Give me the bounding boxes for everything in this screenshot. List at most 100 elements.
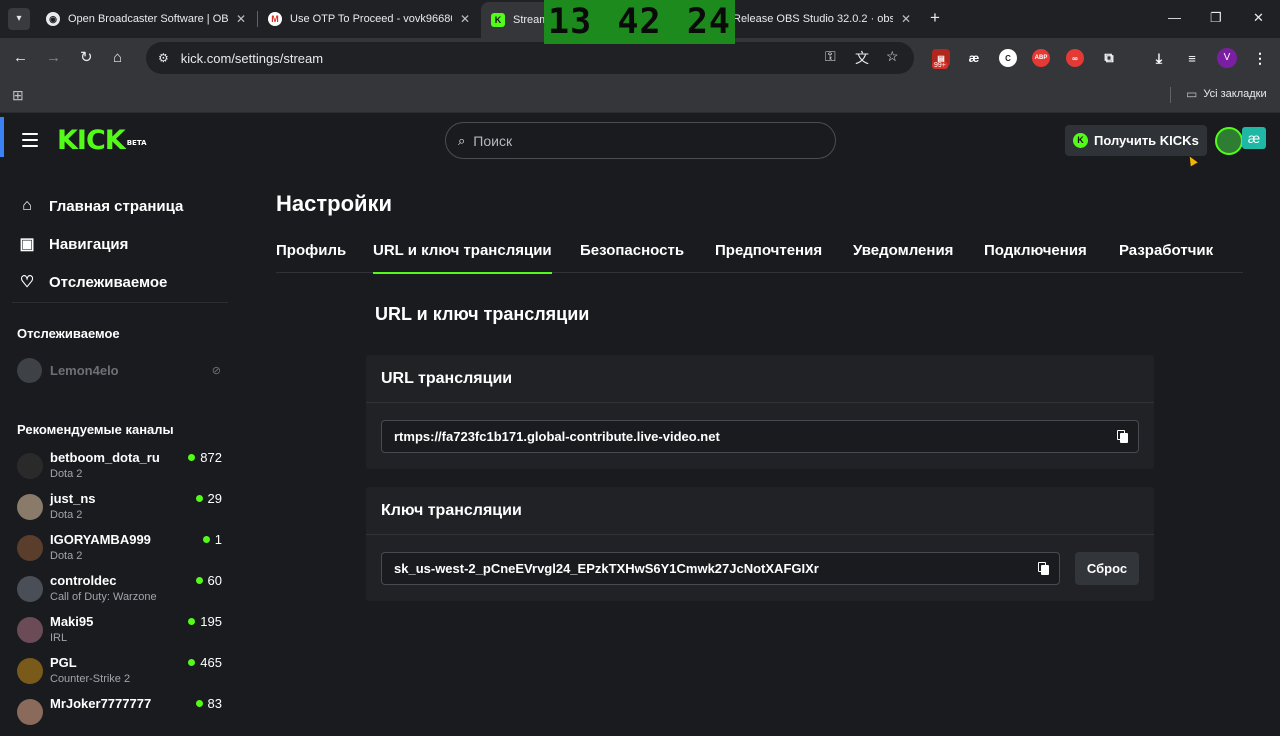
tab-preferences[interactable]: Предпочтения (715, 242, 822, 272)
bookmarks-bar: ⊞ ▭ Усі закладки (0, 79, 1280, 113)
avatar (17, 699, 43, 725)
copy-icon[interactable] (1038, 562, 1049, 575)
tab-profile[interactable]: Профиль (276, 242, 346, 272)
live-dot-icon (202, 536, 210, 543)
password-key-icon[interactable]: ⚿ (825, 48, 836, 65)
window-close-icon[interactable]: ✕ (1253, 10, 1264, 26)
tab-connections[interactable]: Подключения (984, 242, 1087, 272)
reload-icon[interactable]: ↻ (80, 50, 93, 66)
home-icon: ⌂ (22, 197, 32, 214)
new-tab-icon[interactable]: + (930, 9, 940, 27)
followed-channel[interactable]: Lemon4elo ⊘ (17, 357, 227, 383)
sidebar-channel[interactable]: just_ns Dota 2 29 (17, 490, 227, 531)
page-title: Настройки (276, 191, 393, 216)
tab-notifications[interactable]: Уведомления (853, 242, 953, 272)
close-icon[interactable]: ✕ (236, 12, 246, 26)
get-kicks-button[interactable]: K Получить KICKs (1065, 125, 1207, 156)
sidebar-item-browse[interactable]: ▣ Навигация (18, 225, 183, 263)
all-bookmarks-button[interactable]: ▭ Усі закладки (1186, 87, 1267, 101)
sidebar-item-label: Навигация (49, 235, 129, 253)
bookmark-star-icon[interactable]: ☆ (886, 48, 899, 65)
channel-category: Dota 2 (50, 468, 83, 480)
sidebar-channel[interactable]: betboom_dota_ru Dota 2 872 (17, 449, 227, 490)
browser-tab-github[interactable]: Release OBS Studio 32.0.2 · obspro ✕ (725, 4, 921, 34)
tab-developer[interactable]: Разработчик (1119, 242, 1213, 272)
minimize-icon[interactable]: — (1168, 10, 1181, 25)
followed-section-title: Отслеживаемое (17, 326, 120, 341)
tab-search-button[interactable]: ▾ (8, 8, 30, 30)
translate-icon[interactable]: 文 (855, 48, 869, 68)
back-icon[interactable]: ← (13, 50, 28, 66)
recommended-channels: betboom_dota_ru Dota 2 872 just_ns Dota 2 29 I… (17, 449, 227, 736)
live-dot-icon (188, 618, 196, 625)
browser-toolbar: ← → ↻ ⌂ ⚙ kick.com/settings/stream ⚿ 文 ☆… (0, 38, 1280, 79)
close-icon[interactable]: ✕ (460, 12, 470, 26)
search-input[interactable] (473, 132, 804, 149)
site-info-icon[interactable]: ⚙ (158, 51, 169, 65)
viewer-count-value: 83 (207, 696, 222, 711)
viewer-count-value: 872 (200, 450, 222, 465)
live-dot-icon (195, 700, 203, 707)
tab-title: Use OTP To Proceed - vovk96680@ (290, 13, 452, 25)
browser-tab-obs[interactable]: ◉ Open Broadcaster Software | OBS ✕ (36, 4, 256, 34)
extension-ae-icon[interactable]: æ (965, 49, 983, 67)
stream-key-card: Ключ трансляции sk_us-west-2_pCneEVrvgl2… (366, 487, 1154, 601)
address-bar[interactable]: ⚙ kick.com/settings/stream (146, 42, 914, 74)
beta-badge: BETA (126, 139, 147, 147)
address-text: kick.com/settings/stream (180, 50, 324, 66)
avatar (17, 494, 43, 520)
channel-name: PGL (50, 655, 77, 670)
sidebar-channel[interactable]: controldec Call of Duty: Warzone 60 (17, 572, 227, 613)
restore-icon[interactable]: ❐ (1210, 10, 1222, 26)
browser-tab-gmail[interactable]: M Use OTP To Proceed - vovk96680@ ✕ (258, 4, 480, 34)
apps-grid-icon[interactable]: ⊞ (12, 87, 24, 104)
viewer-count: 60 (195, 573, 222, 588)
download-icon[interactable]: ⤓ (1150, 49, 1168, 67)
sidebar-item-home[interactable]: ⌂ Главная страница (18, 187, 183, 225)
live-dot-icon (188, 454, 196, 461)
channel-category: Call of Duty: Warzone (50, 591, 157, 603)
sidebar-channel[interactable]: PGL Counter-Strike 2 465 (17, 654, 227, 695)
channel-category: Dota 2 (50, 550, 83, 562)
stream-url-title: URL трансляции (366, 355, 1154, 403)
avatar (17, 357, 42, 383)
kick-icon: K (491, 13, 505, 27)
kick-logo[interactable]: KICK BETA (57, 125, 147, 157)
home-button-icon[interactable]: ⌂ (113, 50, 122, 66)
stream-url-card: URL трансляции rtmps://fa723fc1b171.glob… (366, 355, 1154, 469)
adblock-icon[interactable]: ABP (1032, 49, 1050, 67)
tab-stream-url-key[interactable]: URL и ключ трансляции (373, 242, 552, 274)
tab-security[interactable]: Безопасность (580, 242, 684, 272)
user-badge-icon[interactable]: æ (1242, 127, 1266, 149)
media-control-icon[interactable]: ≡ (1183, 49, 1201, 67)
sidebar-channel[interactable]: IGORYAMBA999 Dota 2 1 (17, 531, 227, 572)
extension-infinity-icon[interactable]: ∞ (1066, 49, 1084, 67)
sidebar-channel[interactable]: MrJoker7777777 83 (17, 695, 227, 736)
obs-icon: ◉ (46, 12, 60, 26)
viewer-count-value: 195 (200, 614, 222, 629)
reset-button[interactable]: Сброс (1075, 552, 1139, 585)
menu-hamburger-icon[interactable] (22, 133, 38, 147)
logo-text: KICK (57, 125, 126, 156)
close-icon[interactable]: ✕ (901, 12, 911, 26)
viewer-count-value: 60 (207, 573, 222, 588)
avatar (17, 535, 43, 561)
viewer-count-value: 29 (207, 491, 222, 506)
sidebar-divider (12, 302, 228, 303)
channel-name: just_ns (50, 491, 96, 506)
stream-key-field[interactable]: sk_us-west-2_pCneEVrvgl24_EPzkTXHwS6Y1Cm… (381, 552, 1060, 585)
search-bar[interactable]: ⌕ (445, 122, 836, 159)
viewer-count: 465 (188, 655, 222, 670)
user-avatar[interactable] (1215, 127, 1243, 155)
forward-icon[interactable]: → (46, 50, 61, 66)
channel-category: Dota 2 (50, 509, 83, 521)
sidebar-channel[interactable]: Maki95 IRL 195 (17, 613, 227, 654)
menu-dots-icon[interactable]: ⋮ (1251, 49, 1269, 67)
viewer-count: 1 (202, 532, 222, 547)
extension-c-icon[interactable]: C (999, 49, 1017, 67)
sidebar-item-following[interactable]: ♡ Отслеживаемое (18, 263, 183, 301)
copy-icon[interactable] (1117, 430, 1128, 443)
extensions-puzzle-icon[interactable]: ⧉ (1100, 49, 1118, 67)
profile-avatar[interactable]: V (1217, 48, 1237, 68)
stream-url-field[interactable]: rtmps://fa723fc1b171.global-contribute.l… (381, 420, 1139, 453)
